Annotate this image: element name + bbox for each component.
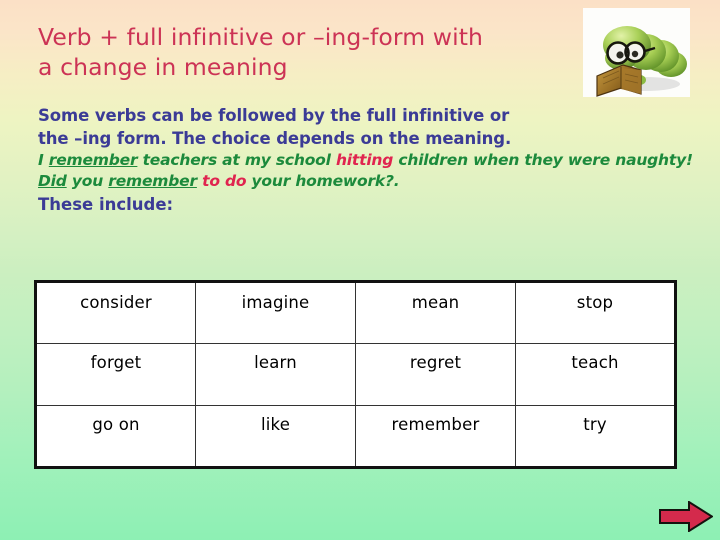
example-2-highlight-to-do: to do <box>202 172 247 190</box>
these-include-line: These include: <box>38 195 174 214</box>
table-cell: try <box>515 405 676 468</box>
example-1-part-1: I <box>38 151 49 169</box>
table-cell: stop <box>515 281 676 344</box>
example-1-part-3: children when they were naughty! <box>393 151 693 169</box>
table-row: forget learn regret teach <box>35 343 676 406</box>
table-row: go on like remember try <box>35 405 676 468</box>
table-cell: like <box>195 405 356 468</box>
example-1-highlight-hitting: hitting <box>335 151 394 169</box>
example-sentence-1: I remember teachers at my school hitting… <box>38 150 693 171</box>
example-1-verb-remember: remember <box>48 151 138 169</box>
example-2-part-1: you <box>66 172 109 190</box>
example-1-part-2: teachers at my school <box>137 151 336 169</box>
example-2-verb-remember: remember <box>108 172 197 190</box>
table-cell: teach <box>515 343 676 406</box>
intro-line-1: Some verbs can be followed by the full i… <box>38 106 510 125</box>
page-title-line-2: a change in meaning <box>38 53 288 81</box>
example-sentence-2: Did you remember to do your homework?. <box>38 171 598 192</box>
bookworm-reading-illustration <box>583 8 690 97</box>
intro-line-2: the –ing form. The choice depends on the… <box>38 129 512 148</box>
verb-list-table: consider imagine mean stop forget learn … <box>34 280 677 469</box>
example-2-part-3: your homework?. <box>246 172 400 190</box>
table-cell: mean <box>355 281 516 344</box>
next-slide-arrow-icon[interactable] <box>659 501 713 532</box>
page-title-line-1: Verb + full infinitive or –ing-form with <box>38 23 484 51</box>
slide-canvas: Verb + full infinitive or –ing-form with… <box>0 0 720 540</box>
table-cell: learn <box>195 343 356 406</box>
table-cell: imagine <box>195 281 356 344</box>
example-2-verb-did: Did <box>38 172 67 190</box>
table-cell: remember <box>355 405 516 468</box>
table-cell: forget <box>35 343 196 406</box>
table-row: consider imagine mean stop <box>35 281 676 344</box>
table-cell: regret <box>355 343 516 406</box>
page-title: Verb + full infinitive or –ing-form with… <box>38 22 558 82</box>
table-cell: consider <box>35 281 196 344</box>
table-cell: go on <box>35 405 196 468</box>
body-text-block: Some verbs can be followed by the full i… <box>38 104 693 217</box>
